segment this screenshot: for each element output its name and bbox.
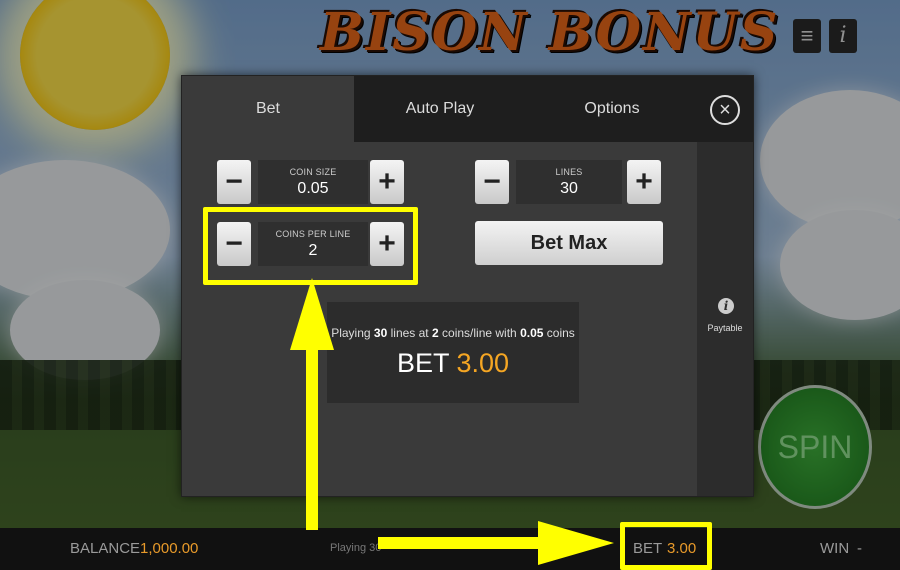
tab-bar: Bet Auto Play Options × <box>182 76 753 142</box>
annotation-arrow-horizontal <box>378 537 538 549</box>
annotation-arrow-vertical <box>306 340 318 530</box>
bottom-bet-highlight <box>620 522 712 570</box>
bet-total: BET 3.00 <box>327 348 579 379</box>
annotation-arrowhead-right <box>538 521 614 565</box>
bet-summary-text: Playing 30 lines at 2 coins/line with 0.… <box>331 326 575 340</box>
coin-size-decrease-button[interactable]: − <box>217 160 251 204</box>
coin-size-field: COIN SIZE 0.05 <box>258 160 368 204</box>
close-icon[interactable]: × <box>710 95 740 125</box>
playing-status-text: Playing 30 <box>330 542 382 554</box>
coin-size-value: 0.05 <box>297 180 329 197</box>
bet-total-amount: 3.00 <box>456 348 510 378</box>
lines-label: LINES <box>555 167 583 177</box>
bottom-status-bar: BALANCE 1,000.00 Playing 30 BET 3.00 WIN… <box>0 528 900 570</box>
lines-value: 30 <box>560 180 578 197</box>
bet-summary: Playing 30 lines at 2 coins/line with 0.… <box>327 302 579 403</box>
tab-bet[interactable]: Bet <box>182 76 354 142</box>
coins-per-line-highlight <box>203 207 418 285</box>
lines-field: LINES 30 <box>516 160 622 204</box>
coin-size-increase-button[interactable]: + <box>370 160 404 204</box>
tab-auto-play[interactable]: Auto Play <box>354 76 526 142</box>
paytable-info-icon[interactable]: i <box>718 298 734 314</box>
paytable-link[interactable]: Paytable <box>703 323 747 333</box>
annotation-arrowhead-up <box>290 278 334 350</box>
bet-max-button[interactable]: Bet Max <box>475 221 663 265</box>
balance-label: BALANCE <box>70 540 141 557</box>
tab-options[interactable]: Options <box>526 76 698 142</box>
coin-size-control: − COIN SIZE 0.05 + <box>217 160 410 206</box>
bet-pane: − COIN SIZE 0.05 + − COINS PER LINE 2 + … <box>182 142 697 496</box>
modal-sidebar <box>697 142 753 496</box>
coin-size-label: COIN SIZE <box>289 167 337 177</box>
win-label: WIN <box>820 540 850 557</box>
bet-total-label: BET <box>396 348 449 378</box>
win-value: - <box>857 540 862 557</box>
bet-settings-modal: Bet Auto Play Options × − COIN SIZE 0.05… <box>181 75 754 497</box>
lines-control: − LINES 30 + <box>475 160 663 206</box>
lines-decrease-button[interactable]: − <box>475 160 509 204</box>
lines-increase-button[interactable]: + <box>627 160 661 204</box>
balance-value: 1,000.00 <box>140 540 199 557</box>
